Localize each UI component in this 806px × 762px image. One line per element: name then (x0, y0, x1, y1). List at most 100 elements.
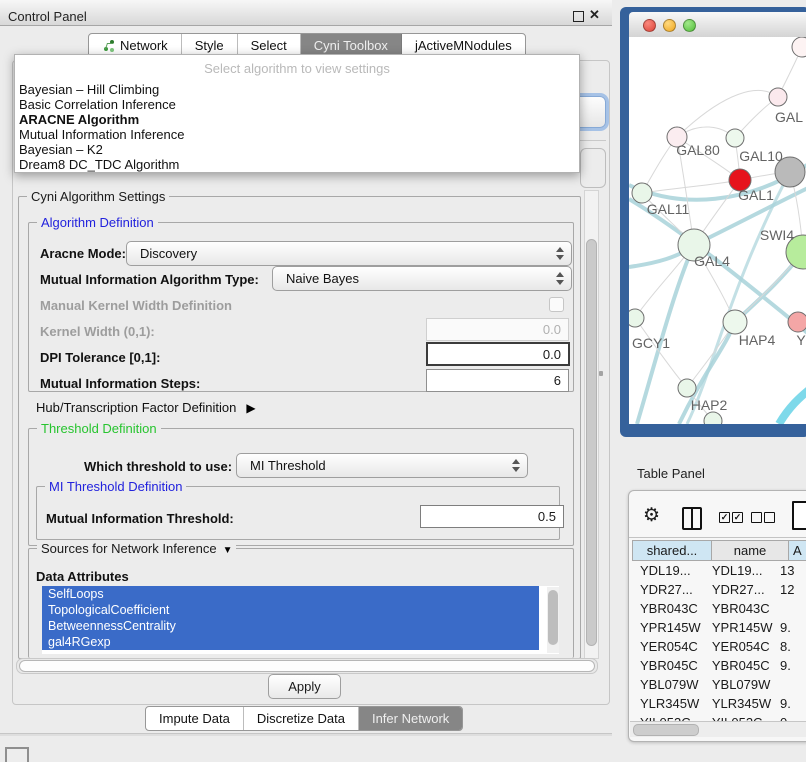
table-cell: 9. (776, 656, 806, 675)
aracne-mode-select[interactable]: Discovery (126, 241, 572, 266)
bottom-tab-discretize-data[interactable]: Discretize Data (244, 707, 359, 730)
unchecked-checkbox-icon[interactable] (751, 512, 762, 523)
network-node-GAL11[interactable] (632, 183, 652, 203)
dropdown-item[interactable]: Bayesian – K2 (15, 142, 579, 157)
table-row[interactable]: YBR045CYBR045C9. (632, 656, 806, 675)
hub-definition-expander[interactable]: Hub/Transcription Factor Definition▶ (36, 400, 256, 415)
dpi-tolerance-field[interactable]: 0.0 (426, 342, 570, 366)
sources-title: Sources for Network Inference (41, 541, 217, 556)
table-cell: YER054C (706, 637, 776, 656)
table-panel-title: Table Panel (637, 466, 705, 481)
table-row[interactable]: YDR27...YDR27...12 (632, 580, 806, 599)
table-cell: 12 (776, 580, 806, 599)
dropdown-item[interactable]: Mutual Information Inference (15, 127, 579, 142)
dropdown-item[interactable]: Bayesian – Hill Climbing (15, 82, 579, 97)
stepper-icon (555, 247, 564, 260)
manual-kernel-checkbox[interactable] (549, 297, 564, 312)
apply-button[interactable]: Apply (268, 674, 341, 699)
dropdown-prompt: Select algorithm to view settings (15, 55, 579, 82)
float-window-icon[interactable] (573, 11, 584, 22)
table-row[interactable]: YER054CYER054C8. (632, 637, 806, 656)
checked-checkbox-icon[interactable]: ✓ (732, 512, 743, 523)
mi-type-value: Naive Bayes (286, 271, 359, 286)
kernel-width-field[interactable]: 0.0 (426, 318, 569, 341)
settings-horizontal-scrollbar[interactable] (16, 658, 598, 674)
mi-steps-value: 6 (554, 373, 561, 388)
dropdown-item[interactable]: Basic Correlation Inference (15, 97, 579, 112)
network-window-titlebar[interactable] (629, 12, 806, 38)
column-header-a[interactable]: A (789, 540, 806, 561)
unchecked-checkbox-icon[interactable] (764, 512, 775, 523)
tab-label: Infer Network (372, 707, 449, 730)
data-attributes-list[interactable]: SelfLoopsTopologicalCoefficientBetweenne… (42, 586, 559, 654)
column-header-name[interactable]: name (712, 540, 789, 561)
mi-type-select[interactable]: Naive Bayes (272, 266, 572, 291)
attribute-list-item[interactable]: gal4RGexp (42, 634, 539, 650)
network-node-HAP4[interactable] (723, 310, 747, 334)
collapse-arrow-icon[interactable]: ▼ (223, 545, 233, 556)
checked-checkbox-icon[interactable]: ✓ (719, 512, 730, 523)
table-row[interactable]: YLR345WYLR345W9. (632, 694, 806, 713)
splitter-handle[interactable] (599, 371, 603, 376)
dock-handle-icon[interactable] (5, 747, 29, 762)
close-traffic-light-icon[interactable] (643, 19, 656, 32)
network-view-window: GALGAL80GAL10GAL1GAL11GAL4SWI4GCY1HAP4YH… (620, 7, 806, 437)
settings-vertical-scrollbar[interactable] (584, 190, 599, 659)
network-canvas[interactable]: GALGAL80GAL10GAL1GAL11GAL4SWI4GCY1HAP4YH… (629, 37, 806, 424)
dropdown-item[interactable]: ARACNE Algorithm (15, 112, 579, 127)
scrollbar-thumb[interactable] (633, 724, 699, 736)
table-cell: 0. (776, 713, 806, 721)
scrollbar-thumb[interactable] (548, 590, 558, 645)
network-graph: GALGAL80GAL10GAL1GAL11GAL4SWI4GCY1HAP4YH… (629, 37, 806, 424)
node-label-GAL80: GAL80 (676, 142, 720, 158)
app-screen: Control Panel ✕ NetworkStyleSelectCyni T… (0, 0, 806, 762)
control-panel-titlebar (0, 0, 612, 26)
mi-threshold-field[interactable]: 0.5 (420, 505, 564, 528)
table-row[interactable]: YIL052CYIL052C0. (632, 713, 806, 721)
dropdown-item[interactable]: Dream8 DC_TDC Algorithm (15, 157, 579, 172)
network-node-Y[interactable] (788, 312, 806, 332)
scrollbar-thumb[interactable] (19, 660, 595, 672)
network-node-GAL[interactable] (769, 88, 787, 106)
kernel-width-value: 0.0 (543, 322, 561, 337)
attribute-list-item[interactable]: BetweennessCentrality (42, 618, 539, 634)
tab-label: Impute Data (159, 707, 230, 730)
minimize-traffic-light-icon[interactable] (663, 19, 676, 32)
network-node-GCY1[interactable] (629, 309, 644, 327)
network-node-GAL10[interactable] (726, 129, 744, 147)
attribute-list-item[interactable]: SelfLoops (42, 586, 539, 602)
list-scrollbar[interactable] (547, 587, 559, 653)
group-title: Cyni Algorithm Settings (27, 189, 169, 204)
columns-icon[interactable] (682, 507, 702, 530)
table-row[interactable]: YBR043CYBR043C (632, 599, 806, 618)
table-cell: YLR345W (632, 694, 706, 713)
node-label-GCY1: GCY1 (632, 335, 670, 351)
bottom-tab-impute-data[interactable]: Impute Data (146, 707, 244, 730)
tab-label: Discretize Data (257, 707, 345, 730)
mi-steps-field[interactable]: 6 (426, 369, 569, 392)
new-table-icon[interactable] (792, 501, 806, 530)
table-cell: 9. (776, 618, 806, 637)
gear-icon[interactable]: ⚙ (643, 504, 660, 527)
table-row[interactable]: YDL19...YDL19...13 (632, 561, 806, 580)
bottom-tab-infer-network[interactable]: Infer Network (359, 707, 462, 730)
close-icon[interactable]: ✕ (589, 7, 600, 23)
table-cell: YLR345W (706, 694, 776, 713)
table-cell: YBL079W (706, 675, 776, 694)
column-header-shared[interactable]: shared... (632, 540, 712, 561)
attribute-list-item[interactable]: TopologicalCoefficient (42, 602, 539, 618)
stepper-icon (511, 459, 520, 472)
scrollbar-thumb[interactable] (586, 239, 597, 646)
table-horizontal-scrollbar[interactable] (630, 721, 806, 737)
table-cell: YBL079W (632, 675, 706, 694)
zoom-traffic-light-icon[interactable] (683, 19, 696, 32)
network-node[interactable] (792, 37, 806, 57)
aracne-mode-label: Aracne Mode: (40, 246, 126, 261)
table-row[interactable]: YBL079WYBL079W (632, 675, 806, 694)
network-node-HAP2[interactable] (678, 379, 696, 397)
mi-type-label: Mutual Information Algorithm Type: (40, 272, 259, 287)
table-row[interactable]: YPR145WYPR145W9. (632, 618, 806, 637)
table-cell: YDL19... (632, 561, 706, 580)
which-threshold-select[interactable]: MI Threshold (236, 453, 528, 478)
network-icon (102, 39, 115, 52)
